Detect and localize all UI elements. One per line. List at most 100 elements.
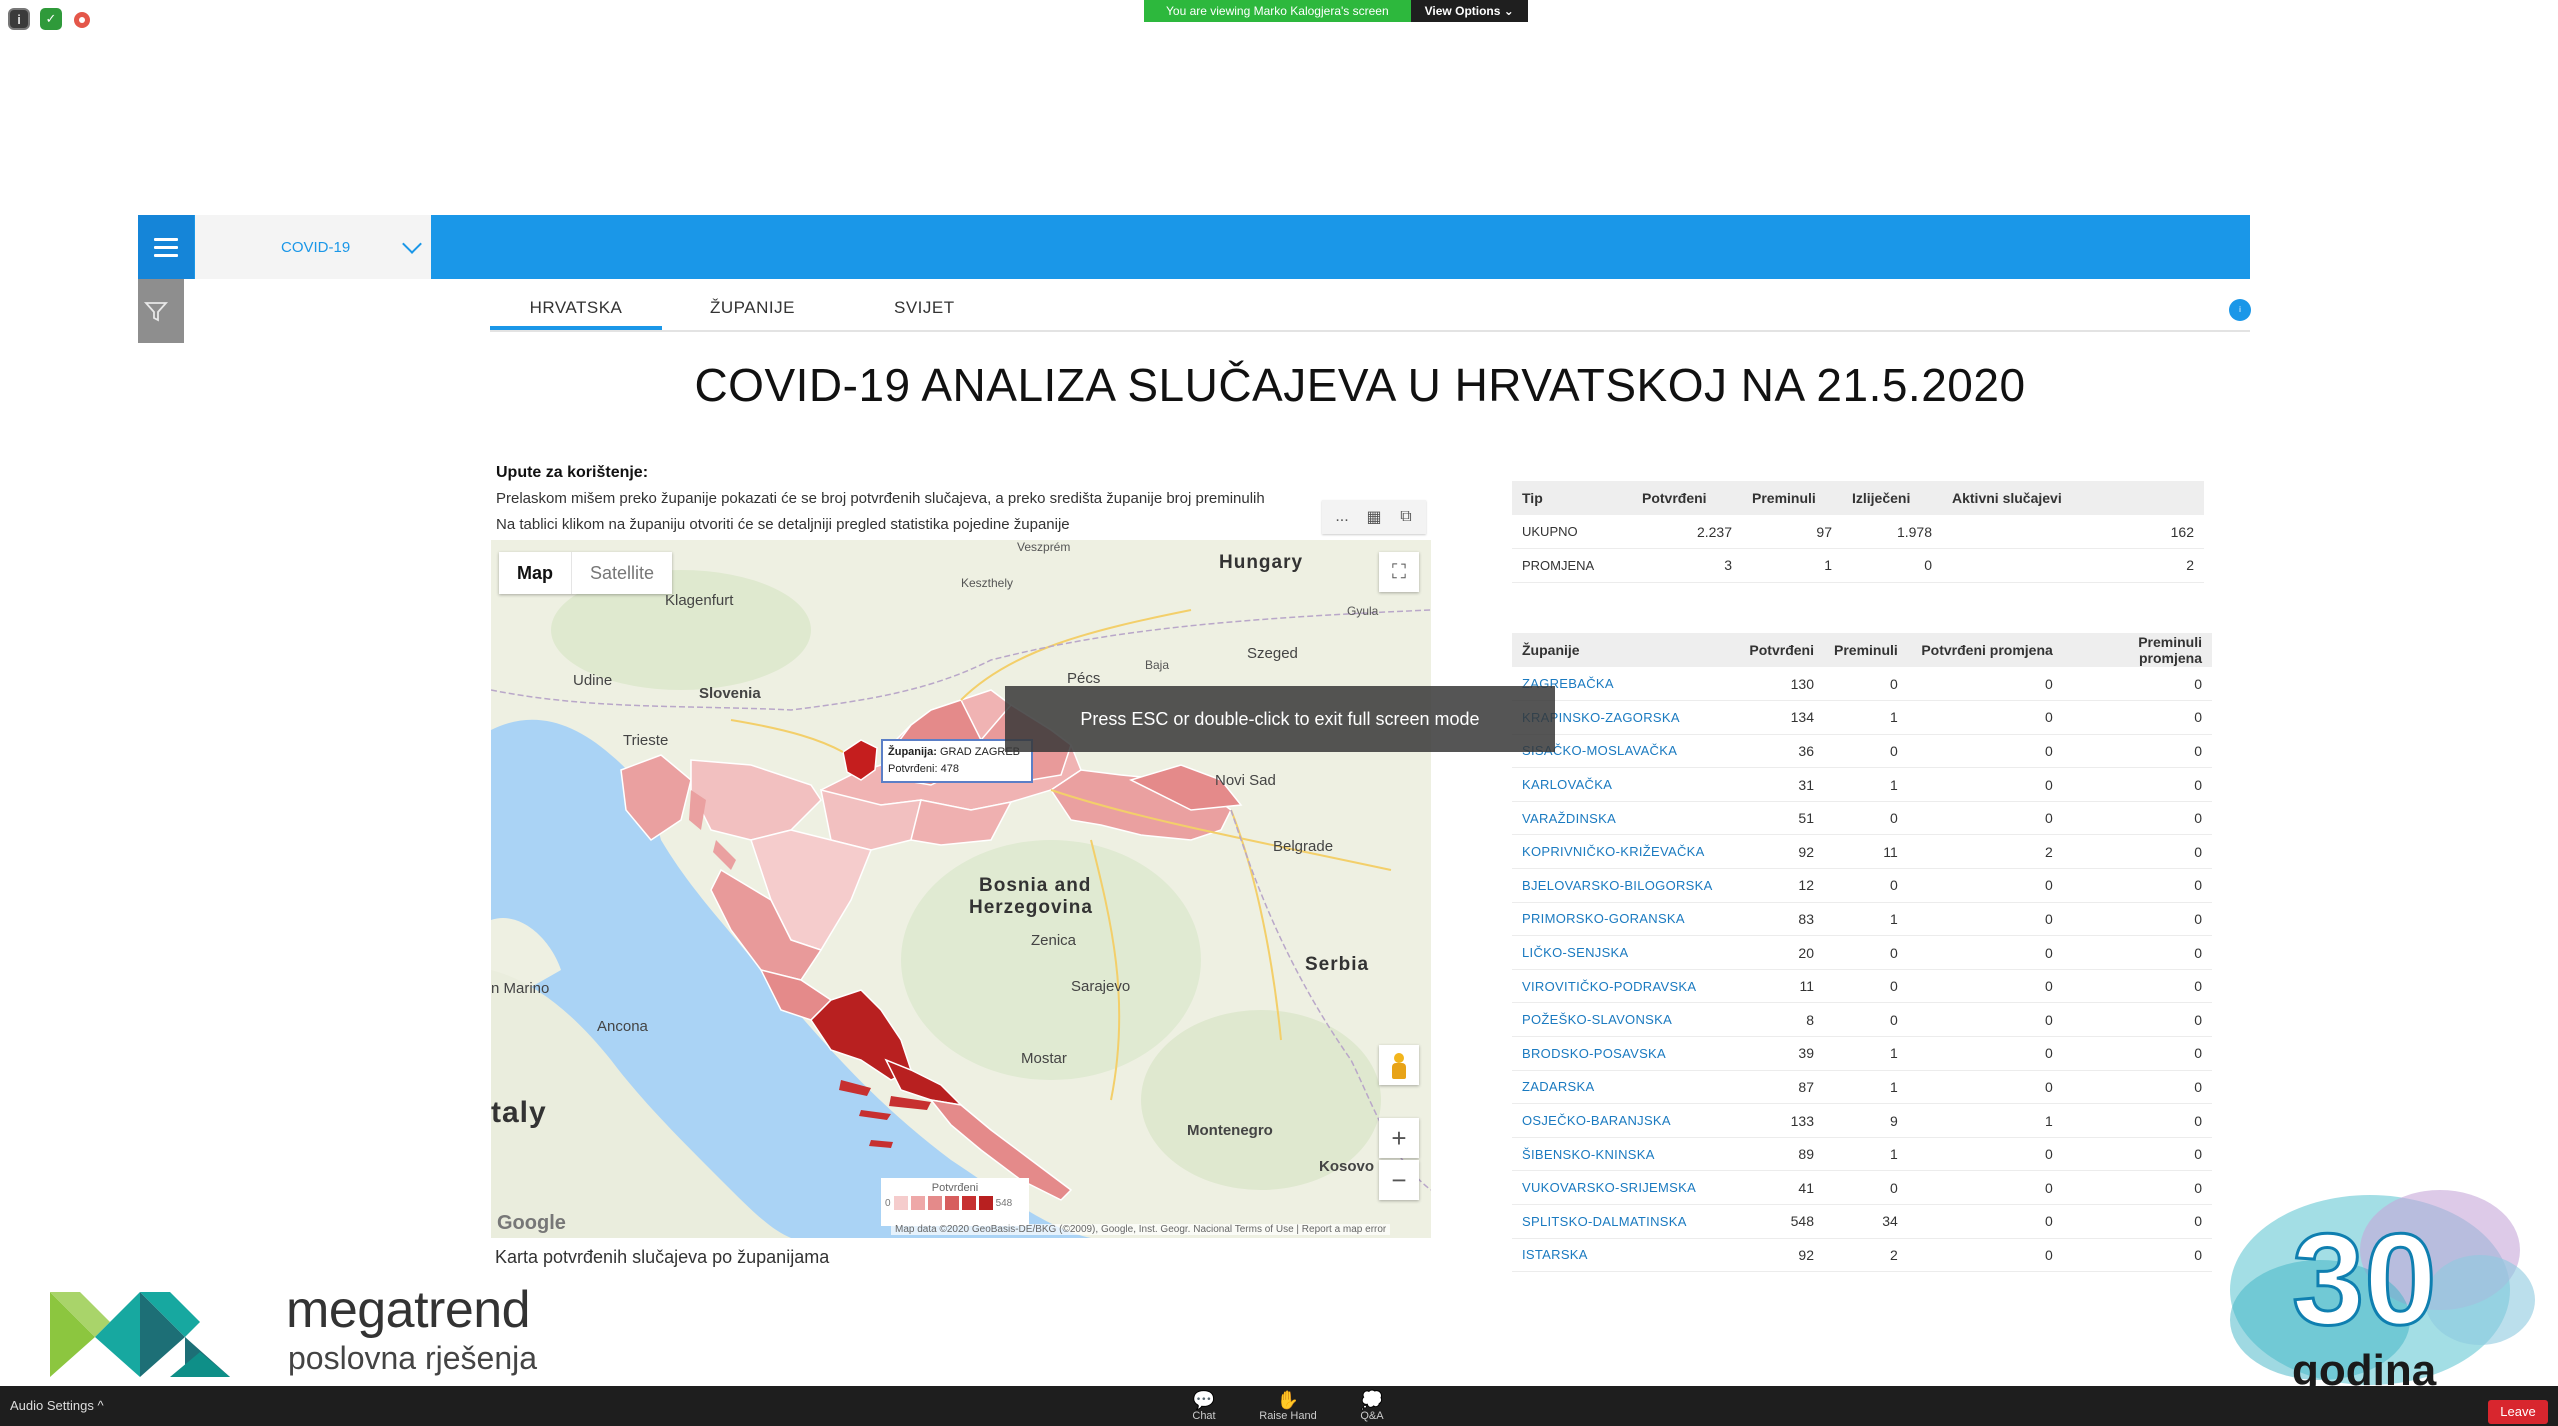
county-name-link[interactable]: ŠIBENSKO-KNINSKA [1512,1137,1734,1172]
county-name-link[interactable]: ZADARSKA [1512,1070,1734,1105]
map-type-map-button[interactable]: Map [499,552,571,594]
county-name-link[interactable]: POŽEŠKO-SLAVONSKA [1512,1002,1734,1038]
audio-settings-button[interactable]: Audio Settings ^ [10,1398,104,1413]
label-mostar: Mostar [1021,1050,1067,1067]
label-bosnia-2: Herzegovina [969,897,1093,918]
county-value-cell: 2 [1907,834,2063,870]
county-header[interactable]: Potvrđeni promjena [1907,633,2063,667]
fullscreen-icon[interactable]: ⛶ [1379,552,1419,592]
county-row[interactable]: VIROVITIČKO-PODRAVSKA 11 0 0 0 [1512,969,2212,1004]
zoom-out-button[interactable]: − [1379,1160,1419,1200]
label-udine: Udine [573,672,613,689]
pop-out-icon[interactable]: ⧉ [1392,508,1420,526]
raise-hand-button[interactable]: ✋ Raise Hand [1258,1390,1318,1422]
summary-row[interactable]: UKUPNO 2.237 97 1.978 162 [1512,515,2204,550]
county-row[interactable]: BRODSKO-POSAVSKA 39 1 0 0 [1512,1036,2212,1071]
map-caption: Karta potvrđenih slučajeva po županijama [495,1247,830,1267]
county-row[interactable]: BJELOVARSKO-BILOGORSKA 12 0 0 0 [1512,868,2212,903]
tab-svijet[interactable]: SVIJET [894,298,955,318]
county-row[interactable]: ZADARSKA 87 1 0 0 [1512,1070,2212,1105]
county-name-link[interactable]: SPLITSKO-DALMATINSKA [1512,1204,1734,1239]
qa-icon: 💭 [1360,1390,1384,1410]
legend-min: 0 [885,1197,891,1209]
report-dropdown[interactable]: COVID-19 [195,215,431,279]
county-name-link[interactable]: BJELOVARSKO-BILOGORSKA [1512,868,1734,903]
county-value-cell: 130 [1734,667,1824,702]
label-baja: Baja [1145,658,1170,672]
summary-header[interactable]: Aktivni slučajevi [1942,481,2204,515]
county-value-cell: 0 [1907,1170,2063,1205]
county-name-link[interactable]: LIČKO-SENJSKA [1512,935,1734,970]
screen-share-banner: You are viewing Marko Kalogjera's screen… [1144,0,1528,22]
county-value-cell: 11 [1734,969,1824,1004]
county-value-cell: 36 [1734,734,1824,769]
summary-header[interactable]: Preminuli [1742,481,1842,515]
summary-value-cell: 1 [1742,548,1842,583]
county-name-link[interactable]: BRODSKO-POSAVSKA [1512,1036,1734,1071]
more-options-icon[interactable]: ... [1328,508,1356,526]
county-row[interactable]: VUKOVARSKO-SRIJEMSKA 41 0 0 0 [1512,1170,2212,1205]
info-icon[interactable]: i [8,8,30,30]
county-row[interactable]: KARLOVAČKA 31 1 0 0 [1512,767,2212,802]
county-row[interactable]: VARAŽDINSKA 51 0 0 0 [1512,801,2212,836]
county-name-link[interactable]: PRIMORSKO-GORANSKA [1512,902,1734,937]
summary-value-cell: 162 [1942,515,2204,550]
encryption-shield-icon[interactable]: ✓ [40,8,62,30]
summary-value-cell: 2 [1942,548,2204,583]
summary-header[interactable]: Tip [1512,481,1632,515]
county-header[interactable]: Preminuli [1824,633,1908,667]
county-value-cell: 0 [1824,868,1908,903]
raise-hand-label: Raise Hand [1259,1410,1317,1422]
label-gyula: Gyula [1347,604,1379,618]
county-row[interactable]: SPLITSKO-DALMATINSKA 548 34 0 0 [1512,1204,2212,1239]
leave-button[interactable]: Leave [2488,1400,2548,1424]
county-value-cell: 548 [1734,1204,1824,1239]
table-view-icon[interactable]: ▦ [1360,507,1388,527]
tab-zupanije[interactable]: ŽUPANIJE [710,298,795,318]
chat-button[interactable]: 💬 Chat [1174,1390,1234,1422]
summary-row[interactable]: PROMJENA 3 1 0 2 [1512,548,2204,583]
map-attribution[interactable]: Map data ©2020 GeoBasis-DE/BKG (©2009), … [891,1224,1391,1235]
croatia-map[interactable]: Map Satellite ⛶ + − Hungary Slovenia Bos… [491,540,1431,1238]
county-row[interactable]: POŽEŠKO-SLAVONSKA 8 0 0 0 [1512,1002,2212,1038]
county-value-cell: 0 [1824,734,1908,769]
qa-button[interactable]: 💭 Q&A [1342,1390,1402,1422]
county-name-link[interactable]: KARLOVAČKA [1512,767,1734,802]
county-header[interactable]: Potvrđeni [1734,633,1824,667]
county-row[interactable]: OSJEČKO-BARANJSKA 133 9 1 0 [1512,1103,2212,1138]
county-row[interactable]: PRIMORSKO-GORANSKA 83 1 0 0 [1512,902,2212,937]
zoom-in-button[interactable]: + [1379,1118,1419,1158]
hamburger-menu-icon[interactable] [138,215,194,279]
county-name-link[interactable]: OSJEČKO-BARANJSKA [1512,1103,1734,1138]
county-name-link[interactable]: ISTARSKA [1512,1238,1734,1273]
county-row[interactable]: SISAČKO-MOSLAVAČKA 36 0 0 0 [1512,734,2212,769]
info-badge-icon[interactable]: i [2229,299,2251,321]
legend-max: 548 [995,1197,1013,1209]
view-options-button[interactable]: View Options ⌄ [1410,0,1528,22]
county-row[interactable]: KOPRIVNIČKO-KRIŽEVAČKA 92 11 2 0 [1512,834,2212,870]
label-klagenfurt: Klagenfurt [665,592,734,609]
county-name-link[interactable]: KOPRIVNIČKO-KRIŽEVAČKA [1512,834,1734,870]
county-value-cell: 0 [1907,935,2063,970]
summary-header[interactable]: Potvrđeni [1632,481,1742,515]
county-value-cell: 0 [1907,767,2063,802]
map-type-satellite-button[interactable]: Satellite [571,552,672,594]
county-header[interactable]: Županije [1512,633,1734,667]
summary-header[interactable]: Izliječeni [1842,481,1942,515]
county-value-cell: 1 [1824,1137,1908,1172]
label-slovenia: Slovenia [699,685,761,702]
county-row[interactable]: LIČKO-SENJSKA 20 0 0 0 [1512,935,2212,970]
tab-hrvatska[interactable]: HRVATSKA [490,298,662,330]
street-view-pegman-icon[interactable] [1379,1045,1419,1085]
instructions-line-2: Na tablici klikom na županiju otvoriti ć… [496,516,1070,533]
filter-panel-toggle[interactable] [138,279,184,343]
county-row[interactable]: ISTARSKA 92 2 0 0 [1512,1238,2212,1273]
county-value-cell: 0 [1907,667,2063,702]
county-name-link[interactable]: VUKOVARSKO-SRIJEMSKA [1512,1170,1734,1205]
county-header[interactable]: Preminuli promjena [2062,633,2212,667]
county-name-link[interactable]: VARAŽDINSKA [1512,801,1734,836]
county-row[interactable]: ZAGREBAČKA 130 0 0 0 [1512,667,2212,702]
county-row[interactable]: KRAPINSKO-ZAGORSKA 134 1 0 0 [1512,700,2212,735]
county-row[interactable]: ŠIBENSKO-KNINSKA 89 1 0 0 [1512,1137,2212,1172]
county-name-link[interactable]: VIROVITIČKO-PODRAVSKA [1512,969,1734,1004]
